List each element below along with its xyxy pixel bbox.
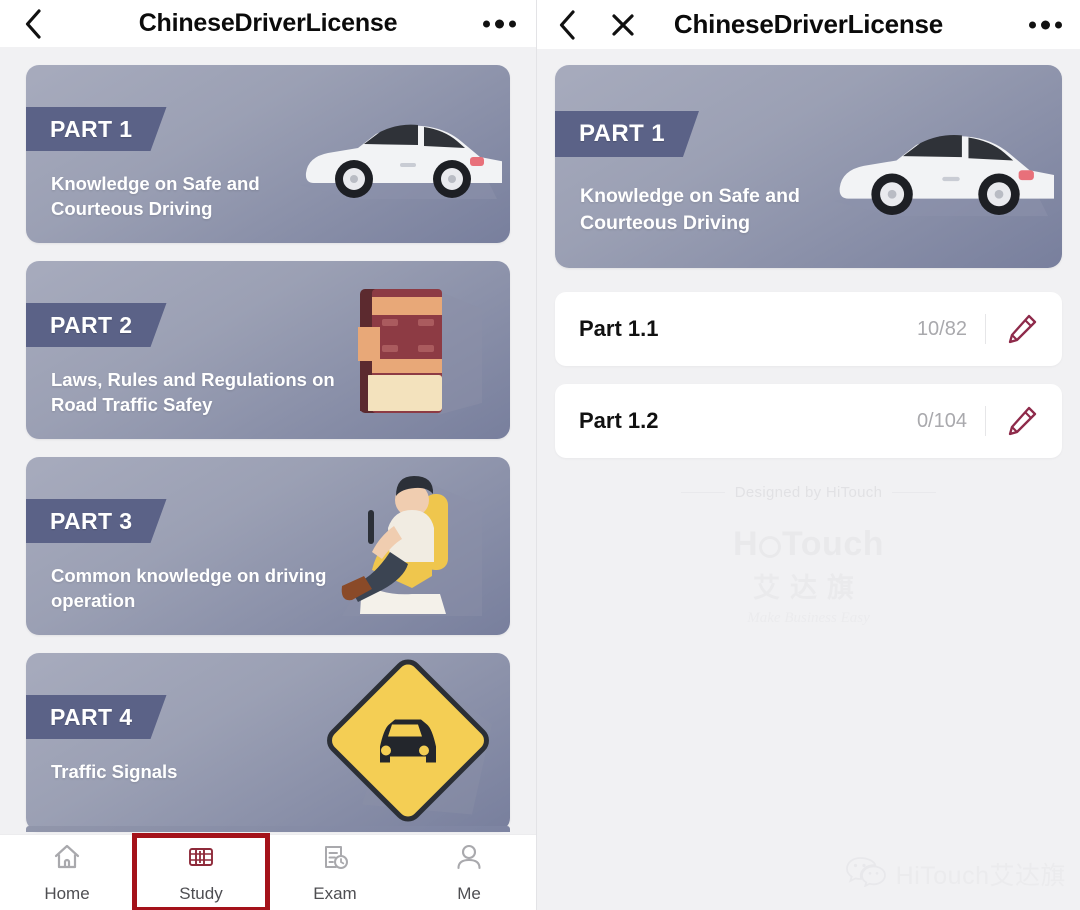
section-progress: 10/82 bbox=[916, 317, 967, 340]
bottom-tab-bar: Home Study Exam Me bbox=[0, 833, 536, 910]
logo-chinese: 艾达旗 bbox=[753, 573, 864, 603]
list-item[interactable]: Part 1.1 10/82 bbox=[555, 292, 1062, 366]
part-card[interactable]: PART 2 Laws, Rules and Regulations on Ro… bbox=[26, 261, 510, 439]
right-navbar: ChineseDriverLicense bbox=[537, 0, 1080, 49]
hitouch-logo: H Touch 艾达旗 Make Business Easy bbox=[733, 525, 884, 627]
part-badge: PART 1 bbox=[555, 111, 699, 157]
designed-by-watermark: Designed by HiTouch H Touch 艾达旗 Make Busi… bbox=[537, 484, 1080, 627]
more-dots-icon[interactable] bbox=[1029, 20, 1062, 29]
rule-right bbox=[892, 492, 937, 493]
globe-icon bbox=[759, 536, 782, 558]
section-progress: 0/104 bbox=[916, 409, 967, 432]
part-badge: PART 4 bbox=[26, 695, 167, 739]
divider bbox=[985, 406, 986, 436]
tab-label: Exam bbox=[313, 883, 357, 903]
hero-card-wrap: PART 1 Knowledge on Safe and Courteous D… bbox=[537, 49, 1080, 268]
road-sign-icon bbox=[244, 653, 510, 831]
wechat-watermark: HiTouch艾达旗 bbox=[845, 855, 1066, 892]
part-badge: PART 3 bbox=[26, 499, 167, 543]
pencil-icon[interactable] bbox=[1002, 401, 1042, 441]
car-icon bbox=[244, 65, 510, 243]
right-phone-panel: ChineseDriverLicense PART 1 Knowledge on… bbox=[537, 0, 1080, 910]
home-icon bbox=[52, 842, 82, 877]
back-icon[interactable] bbox=[18, 7, 48, 41]
tab-home[interactable]: Home bbox=[0, 835, 134, 910]
scroll-edge-indicator bbox=[26, 826, 510, 832]
part-card[interactable]: PART 3 Common knowledge on driving opera… bbox=[26, 457, 510, 635]
logo-text: H Touch bbox=[732, 525, 885, 563]
wechat-watermark-text: HiTouch艾达旗 bbox=[895, 861, 1066, 890]
part-badge: PART 2 bbox=[26, 303, 167, 347]
car-icon bbox=[783, 65, 1062, 268]
driver-icon bbox=[244, 457, 510, 635]
logo-tagline: Make Business Easy bbox=[747, 610, 870, 626]
section-title: Part 1.1 bbox=[579, 316, 659, 341]
tab-me[interactable]: Me bbox=[402, 835, 536, 910]
left-phone-panel: ChineseDriverLicense PART 1 Knowledge on… bbox=[0, 0, 537, 910]
part-card[interactable]: PART 1 Knowledge on Safe and Courteous D… bbox=[26, 65, 510, 243]
tab-label: Study bbox=[179, 883, 223, 903]
dual-phone-screenshot: ChineseDriverLicense PART 1 Knowledge on… bbox=[0, 0, 1080, 910]
part-card-list: PART 1 Knowledge on Safe and Courteous D… bbox=[0, 47, 536, 831]
part-card[interactable]: PART 4 Traffic Signals bbox=[26, 653, 510, 831]
list-item[interactable]: Part 1.2 0/104 bbox=[555, 384, 1062, 458]
section-list: Part 1.1 10/82 Part 1.2 0/104 bbox=[537, 292, 1080, 458]
tab-study[interactable]: Study bbox=[132, 833, 270, 910]
divider bbox=[985, 314, 986, 344]
wechat-icon bbox=[845, 855, 886, 892]
tab-label: Home bbox=[44, 883, 90, 903]
right-scroll-area[interactable]: PART 1 Knowledge on Safe and Courteous D… bbox=[537, 49, 1080, 910]
book-stack-icon bbox=[186, 842, 216, 877]
part-subtitle: Traffic Signals bbox=[51, 761, 178, 782]
part-card[interactable]: PART 1 Knowledge on Safe and Courteous D… bbox=[555, 65, 1062, 268]
part-badge: PART 1 bbox=[26, 107, 167, 151]
designed-by-text: Designed by HiTouch bbox=[734, 484, 883, 501]
left-navbar: ChineseDriverLicense bbox=[0, 0, 536, 47]
pencil-icon[interactable] bbox=[1002, 309, 1042, 349]
more-dots-icon[interactable] bbox=[483, 19, 516, 28]
tab-exam[interactable]: Exam bbox=[268, 835, 402, 910]
book-icon bbox=[244, 261, 510, 439]
document-clock-icon bbox=[320, 842, 350, 877]
person-icon bbox=[454, 842, 484, 877]
close-x-icon[interactable] bbox=[608, 8, 638, 42]
back-icon[interactable] bbox=[552, 8, 582, 42]
left-scroll-area[interactable]: PART 1 Knowledge on Safe and Courteous D… bbox=[0, 47, 536, 910]
tab-label: Me bbox=[457, 883, 481, 903]
page-title: ChineseDriverLicense bbox=[138, 9, 398, 37]
rule-left bbox=[680, 492, 725, 493]
section-title: Part 1.2 bbox=[579, 408, 659, 433]
